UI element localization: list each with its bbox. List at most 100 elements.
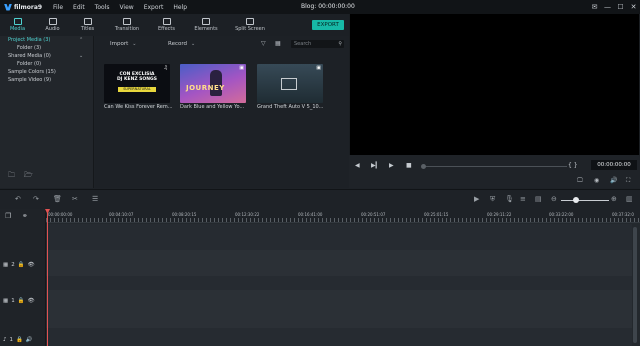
menu-view[interactable]: View [114, 4, 138, 11]
add-track-icon[interactable]: ❐ [5, 212, 11, 220]
zoom-slider-handle[interactable] [573, 197, 579, 203]
cut-icon[interactable]: ✂ [72, 195, 78, 203]
sidebar-item-project-media[interactable]: Project Media (3) ⌃ [0, 36, 93, 44]
preview-scrubber[interactable] [424, 166, 567, 167]
search-icon: ⚲ [338, 41, 342, 47]
play-icon[interactable]: ▶ [389, 162, 394, 169]
track-lane-empty[interactable] [46, 224, 632, 250]
menu-export[interactable]: Export [139, 4, 169, 11]
more-icon[interactable]: ▥ [626, 195, 633, 203]
sidebar-item-label: Folder (3) [17, 45, 42, 51]
ruler-tick-label: 00:33:22:00 [549, 212, 574, 217]
mark-in-out[interactable]: { } [568, 162, 578, 169]
tab-effects[interactable]: Effects [149, 14, 184, 36]
track-header-video-1: ▦ 1 🔒 👁 [3, 298, 35, 304]
lock-icon[interactable]: 🔒 [18, 298, 25, 304]
tab-label: Transition [114, 26, 140, 32]
search-input[interactable]: Search ⚲ [291, 40, 344, 48]
render-icon[interactable]: ▶ [474, 195, 479, 203]
chevron-up-icon[interactable]: ⌃ [79, 36, 83, 44]
speaker-icon[interactable]: 🔊 [26, 337, 33, 343]
app-name: filmora9 [14, 3, 43, 11]
title-bar: filmora9 File Edit Tools View Export Hel… [0, 0, 640, 14]
adjust-icon[interactable]: ☰ [92, 195, 98, 203]
link-icon[interactable]: ⚭ [22, 212, 28, 220]
menu-help[interactable]: Help [168, 4, 192, 11]
microphone-icon[interactable]: 🎙 [505, 195, 514, 203]
record-label: Record [168, 41, 188, 47]
media-thumbnail-1[interactable]: CON EXCLISIA DJ KENZ SONGS SUPERNATURAL … [104, 64, 170, 103]
image-icon: ▣ [239, 65, 244, 71]
tab-transition[interactable]: Transition [105, 14, 149, 36]
music-note-icon [48, 18, 57, 25]
tab-titles[interactable]: Titles [70, 14, 105, 36]
track-lane-audio-1[interactable] [46, 328, 632, 346]
eye-icon[interactable]: 👁 [28, 298, 35, 304]
mixer-icon[interactable]: ≡ [520, 195, 526, 203]
monitor-icon[interactable]: 🖵 [577, 177, 583, 185]
track-number: 1 [9, 337, 14, 343]
export-button[interactable]: EXPORT [312, 20, 344, 30]
sidebar-item-label: Folder (0) [17, 61, 42, 67]
tab-audio[interactable]: Audio [35, 14, 70, 36]
play-pause-icon[interactable]: ▶▎ [371, 162, 380, 169]
menu-file[interactable]: File [48, 4, 68, 11]
shield-icon[interactable]: ⛨ [490, 195, 495, 204]
ruler-tick-label: 00:20:51:07 [361, 212, 386, 217]
stop-icon[interactable]: ■ [406, 162, 412, 169]
sidebar-item-folder-project[interactable]: Folder (3) [0, 44, 93, 52]
new-folder-icon[interactable]: 🗀 [8, 171, 15, 182]
close-button[interactable]: ✕ [627, 3, 640, 11]
track-lane-video-2[interactable] [46, 250, 632, 276]
step-back-icon[interactable]: ◀ [355, 162, 360, 169]
sidebar-item-label: Sample Video (9) [8, 77, 52, 83]
menu-tools[interactable]: Tools [90, 4, 115, 11]
redo-icon[interactable]: ↷ [33, 195, 39, 203]
timeline-scrollbar[interactable] [633, 227, 637, 343]
media-thumbnail-2[interactable]: JOURNEY ▣ [180, 64, 246, 103]
zoom-out-icon[interactable]: ⊖ [551, 195, 557, 203]
fullscreen-icon[interactable]: ⛶ [626, 177, 630, 185]
tab-label: Effects [158, 26, 175, 32]
video-icon: ▣ [316, 65, 321, 71]
camera-icon[interactable]: ◉ [594, 177, 599, 184]
tab-label: Media [9, 26, 26, 32]
sidebar-item-sample-colors[interactable]: Sample Colors (15) [0, 68, 93, 76]
folder-icon[interactable]: 🗁 [24, 171, 33, 182]
volume-icon[interactable]: 🔊 [610, 177, 617, 184]
track-lane-video-1[interactable] [46, 290, 632, 328]
voiceover-icon[interactable]: ▤ [535, 195, 542, 203]
time-ruler[interactable]: 00:00:00:00 00:04:10:07 00:08:20:15 00:1… [46, 209, 640, 223]
tab-split-screen[interactable]: Split Screen [228, 14, 272, 36]
sidebar-item-shared-media[interactable]: Shared Media (0) ⌄ [0, 52, 93, 60]
tab-elements[interactable]: Elements [184, 14, 228, 36]
sidebar-item-folder-shared[interactable]: Folder (0) [0, 60, 93, 68]
lock-icon[interactable]: 🔒 [18, 262, 25, 268]
zoom-in-icon[interactable]: ⊕ [611, 195, 617, 203]
import-dropdown[interactable]: Import ⌄ [110, 41, 136, 47]
message-icon[interactable]: ✉ [588, 3, 601, 11]
tab-media[interactable]: Media [0, 14, 35, 36]
eye-icon[interactable]: 👁 [28, 262, 35, 268]
filter-icon[interactable]: ▽ [261, 40, 266, 47]
video-track-icon: ▦ [3, 298, 9, 304]
grid-view-icon[interactable]: ▦ [275, 40, 281, 47]
lock-icon[interactable]: 🔒 [16, 337, 23, 343]
delete-icon[interactable]: 🗑 [53, 195, 62, 203]
chevron-down-icon[interactable]: ⌄ [79, 52, 83, 60]
zoom-slider[interactable] [561, 200, 609, 201]
media-thumbnail-3[interactable]: ▣ [257, 64, 323, 103]
minimize-button[interactable]: — [601, 3, 614, 11]
scrubber-handle[interactable] [421, 164, 426, 169]
maximize-button[interactable]: ☐ [614, 3, 627, 11]
ruler-tick-label: 00:37:32:0 [612, 212, 634, 217]
media-library-sidebar: Project Media (3) ⌃ Folder (3) Shared Med… [0, 36, 94, 188]
undo-icon[interactable]: ↶ [15, 195, 21, 203]
video-preview [350, 14, 639, 155]
menu-edit[interactable]: Edit [68, 4, 90, 11]
media-item-label: Can We Kiss Forever Rem... [104, 104, 173, 110]
record-dropdown[interactable]: Record ⌄ [168, 41, 195, 47]
sidebar-item-sample-video[interactable]: Sample Video (9) [0, 76, 93, 84]
playhead[interactable] [47, 209, 48, 346]
chevron-down-icon: ⌄ [191, 41, 196, 47]
